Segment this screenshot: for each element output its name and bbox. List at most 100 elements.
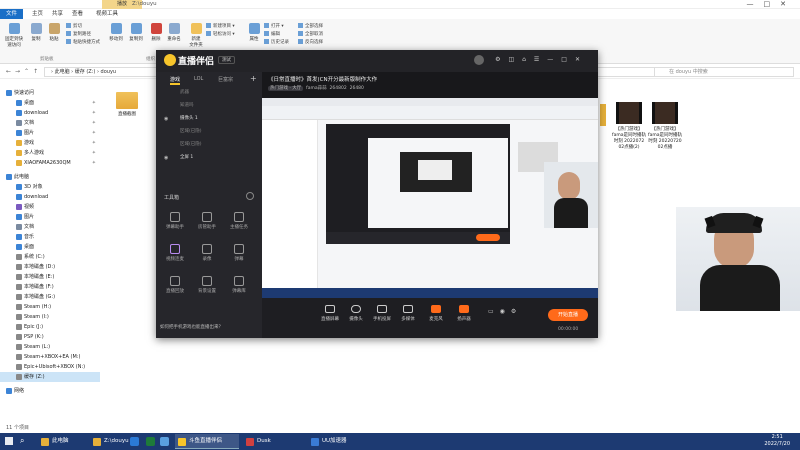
nav-item[interactable]: 网络 [0, 386, 100, 396]
tool-replay[interactable]: 直播回放 [160, 276, 190, 294]
tab-video-tools[interactable]: 视频工具 [90, 9, 124, 19]
tool-streamer-tasks[interactable]: 主播任务 [224, 212, 254, 230]
help-tip[interactable]: 如何把手机游戏也能直播出来？ [160, 322, 258, 334]
nav-item[interactable]: 桌面 [0, 242, 100, 252]
stream-title[interactable]: 《日常直播时》首发(CN开分最新版制作大作 [268, 75, 377, 83]
side-tab-other[interactable]: 巨富宗 [218, 76, 233, 83]
screen-capture-button[interactable]: 直播屏幕 [318, 305, 342, 322]
tool-danmu[interactable]: 弹幕 [224, 244, 254, 262]
tab-view[interactable]: 查看 [66, 9, 89, 19]
eye-icon[interactable]: ◉ [164, 153, 168, 163]
scene-item[interactable]: ◉ 全屏 1 [162, 153, 256, 163]
toolbox-collapse-icon[interactable] [246, 192, 254, 200]
nav-item[interactable]: 快速访问 [0, 88, 100, 98]
add-scene-icon[interactable]: + [250, 74, 257, 83]
nav-item[interactable]: Epic+Ubisoft+XBOX (N:) [0, 362, 100, 372]
avatar[interactable] [474, 55, 484, 65]
tool-background[interactable]: 背景设置 [192, 276, 222, 294]
nav-item[interactable]: Steam (L:) [0, 342, 100, 352]
tool-record[interactable]: 录像 [192, 244, 222, 262]
pin-quick-access-button[interactable]: 固定到快 速访问 [2, 23, 26, 48]
new-item-button[interactable]: 新建项目 ▾ [206, 23, 235, 29]
nav-item[interactable]: 文档 [0, 222, 100, 232]
scene-item[interactable]: 武器 [162, 88, 256, 98]
file-item-video-2[interactable]: 【热门游戏】 fama是同时播轨 时刻 20220720 02点播 [648, 102, 682, 150]
copy-path-button[interactable]: 复制路径 [66, 31, 91, 37]
window-controls[interactable]: —□✕ [747, 0, 796, 8]
invert-selection-button[interactable]: 反向选择 [298, 39, 323, 45]
side-tab-lol[interactable]: LOL [194, 76, 203, 82]
nav-item[interactable]: 系统 (C:) [0, 252, 100, 262]
nav-item[interactable]: 3D 对象 [0, 182, 100, 192]
search-input[interactable]: 在 douyu 中搜索 [654, 67, 794, 77]
media-button[interactable]: 多媒体 [396, 305, 420, 322]
taskbar-item[interactable]: 斗鱼直播伴侣 [175, 434, 239, 449]
start-icon[interactable] [5, 437, 13, 445]
phone-cast-button[interactable]: 手机投屏 [370, 305, 394, 322]
nav-item[interactable]: 本地磁盘 (E:) [0, 272, 100, 282]
nav-item[interactable]: 图片 ✦ [0, 128, 100, 138]
taskbar-item[interactable]: UU加速器 [308, 434, 374, 449]
cut-button[interactable]: 剪切 [66, 23, 82, 29]
nav-item[interactable]: 游戏 ✦ [0, 138, 100, 148]
nav-item[interactable]: 缓存 (Z:) [0, 372, 100, 382]
side-tab-game[interactable]: 游戏 [170, 76, 181, 85]
history-button[interactable]: 历史记录 [264, 39, 289, 45]
easy-access-button[interactable]: 轻松访问 ▾ [206, 31, 235, 37]
eye-icon[interactable]: ◉ [164, 114, 168, 124]
paste-button[interactable]: 粘贴 [44, 23, 64, 42]
pinned-app-icon[interactable] [130, 437, 139, 446]
nav-item[interactable]: 桌面 ✦ [0, 98, 100, 108]
microphone-button[interactable]: 麦克风 [424, 305, 448, 322]
nav-item[interactable]: 图片 [0, 212, 100, 222]
extra-controls-icons[interactable]: ▭◉⚙ [488, 308, 522, 315]
go-live-button[interactable]: 开始直播 [548, 309, 588, 321]
copy-button[interactable]: 复制 [26, 23, 46, 42]
scene-item[interactable]: ◉ 摄像头 1 [162, 114, 256, 124]
properties-button[interactable]: 属性 [244, 23, 264, 42]
edit-button[interactable]: 编辑 [264, 31, 280, 37]
pinned-app-icon[interactable] [160, 437, 169, 446]
pinned-app-icon[interactable] [146, 437, 155, 446]
new-folder-button[interactable]: 新建 文件夹 [186, 23, 206, 48]
tool-danmu-helper[interactable]: 弹幕助手 [160, 212, 190, 230]
taskbar-item[interactable]: 此电脑 [38, 434, 88, 449]
file-item-video-1[interactable]: 【热门游戏】 fama是同时播轨 时刻 2022072 02点播(2) [612, 102, 646, 150]
nav-item[interactable]: 多人游戏 ✦ [0, 148, 100, 158]
nav-item[interactable]: download [0, 192, 100, 202]
copy-to-button[interactable]: 复制到 [126, 23, 146, 42]
nav-item[interactable]: 本地磁盘 (F:) [0, 282, 100, 292]
tool-danmu-lib[interactable]: 弹幕库 [224, 276, 254, 294]
scene-item[interactable]: 区域(已隐) [162, 140, 256, 150]
nav-item[interactable]: download ✦ [0, 108, 100, 118]
nav-item[interactable]: 本地磁盘 (G:) [0, 292, 100, 302]
nav-item[interactable]: 此电脑 [0, 172, 100, 182]
nav-item[interactable]: PSP (K:) [0, 332, 100, 342]
file-item-screenshots-folder[interactable]: 直播截图 [110, 92, 144, 117]
scene-item[interactable]: 区域(已隐) [162, 127, 256, 137]
move-to-button[interactable]: 移动到 [106, 23, 126, 42]
open-button[interactable]: 打开 ▾ [264, 23, 284, 29]
camera-button[interactable]: 摄像头 [344, 305, 368, 322]
select-none-button[interactable]: 全部取消 [298, 31, 323, 37]
nav-item[interactable]: 本地磁盘 (D:) [0, 262, 100, 272]
nav-item[interactable]: Steam+XBOX+EA (M:) [0, 352, 100, 362]
nav-item[interactable]: XIAOFAMA2630QM ✦ [0, 158, 100, 168]
category-tag[interactable]: 热门游戏 · 大厅 [268, 86, 304, 91]
speaker-button[interactable]: 扬声器 [452, 305, 476, 322]
nav-item[interactable]: 文档 ✦ [0, 118, 100, 128]
app-window-icons[interactable]: ⚙◫⌂☰—□✕ [495, 56, 588, 63]
nav-item[interactable]: 视频 [0, 202, 100, 212]
tool-room-admin[interactable]: 房管助手 [192, 212, 222, 230]
taskbar-item[interactable]: Dusk [243, 434, 303, 449]
tool-video-link[interactable]: 视频连麦 [160, 244, 190, 262]
select-all-button[interactable]: 全部选择 [298, 23, 323, 29]
nav-item[interactable]: Epic (J:) [0, 322, 100, 332]
nav-item[interactable]: Steam (I:) [0, 312, 100, 322]
nav-item[interactable]: 音乐 [0, 232, 100, 242]
nav-buttons[interactable]: ←→⌃↑ [6, 68, 42, 75]
nav-item[interactable]: Steam (H:) [0, 302, 100, 312]
scene-item[interactable]: 知道吗 [162, 101, 256, 111]
rename-button[interactable]: 重命名 [164, 23, 184, 42]
clock[interactable]: 2:51 2022/7/20 [764, 434, 790, 448]
